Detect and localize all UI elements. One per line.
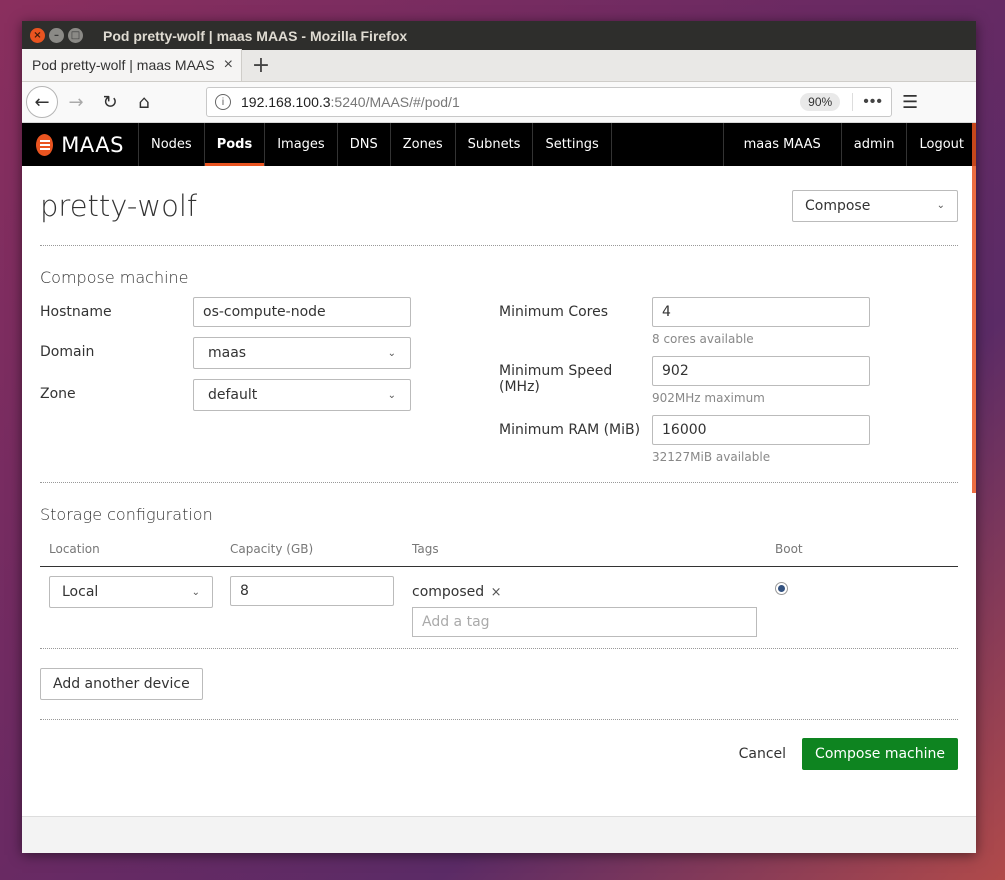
cores-label: Minimum Cores <box>499 304 609 320</box>
hamburger-menu-icon[interactable]: ☰ <box>902 92 918 113</box>
chevron-down-icon: ⌄ <box>387 347 396 359</box>
compose-section-title: Compose machine <box>40 268 189 287</box>
storage-table: Location Capacity (GB) Tags Boot Local ⌄… <box>40 542 958 649</box>
page-viewport: MAAS Nodes Pods Images DNS Zones Subnets… <box>22 123 976 853</box>
page-header: pretty-wolf Compose ⌄ <box>40 166 958 246</box>
tab-strip: Pod pretty-wolf | maas MAAS × + <box>22 49 976 82</box>
nav-item-nodes[interactable]: Nodes <box>139 123 205 166</box>
add-device-button[interactable]: Add another device <box>40 668 203 700</box>
url-path: :5240/MAAS/#/pod/1 <box>330 94 460 110</box>
maas-logo-icon <box>36 133 54 156</box>
radio-selected-dot <box>778 585 785 592</box>
storage-section-title: Storage configuration <box>40 505 213 524</box>
ram-label: Minimum RAM (MiB) <box>499 422 641 438</box>
chevron-down-icon: ⌄ <box>936 200 945 211</box>
tag-input[interactable]: Add a tag <box>412 607 757 637</box>
nav-item-images[interactable]: Images <box>265 123 338 166</box>
domain-label: Domain <box>40 344 95 360</box>
cores-help: 8 cores available <box>652 332 754 346</box>
page-footer <box>22 816 976 853</box>
window-title: Pod pretty-wolf | maas MAAS - Mozilla Fi… <box>103 27 408 44</box>
forward-icon[interactable]: → <box>60 86 92 118</box>
hostname-input[interactable]: os-compute-node <box>193 297 411 327</box>
compose-left-column: Hostname os-compute-node Domain maas ⌄ Z… <box>40 297 499 482</box>
location-select[interactable]: Local ⌄ <box>49 576 213 608</box>
domain-select[interactable]: maas ⌄ <box>193 337 411 369</box>
chevron-down-icon: ⌄ <box>387 389 396 401</box>
capacity-input[interactable]: 8 <box>230 576 394 606</box>
window-close-icon[interactable]: × <box>30 28 45 43</box>
site-info-icon[interactable]: i <box>215 94 231 110</box>
back-icon[interactable]: ← <box>26 86 58 118</box>
col-capacity: Capacity (GB) <box>230 542 314 556</box>
user-label: maas MAAS <box>743 137 821 152</box>
tag-label: composed <box>412 584 485 600</box>
reload-icon[interactable]: ↻ <box>94 86 126 118</box>
storage-table-header: Location Capacity (GB) Tags Boot <box>40 542 958 567</box>
ram-input[interactable]: 16000 <box>652 415 870 445</box>
nav-item-pods[interactable]: Pods <box>204 123 266 166</box>
browser-window: × – □ Pod pretty-wolf | maas MAAS - Mozi… <box>22 21 976 853</box>
compose-form: Hostname os-compute-node Domain maas ⌄ Z… <box>40 297 958 483</box>
logout-link[interactable]: Logout <box>906 123 976 166</box>
pod-action-select[interactable]: Compose ⌄ <box>792 189 958 222</box>
cores-input[interactable]: 4 <box>652 297 870 327</box>
url-host: 192.168.100.3 <box>241 94 331 110</box>
browser-tab[interactable]: Pod pretty-wolf | maas MAAS × <box>22 49 242 81</box>
window-minimize-icon[interactable]: – <box>49 28 64 43</box>
col-location: Location <box>49 542 100 556</box>
table-row: Local ⌄ 8 composed × Add a tag <box>40 567 958 649</box>
maas-navbar: MAAS Nodes Pods Images DNS Zones Subnets… <box>22 123 976 166</box>
hostname-label: Hostname <box>40 304 112 320</box>
speed-label: Minimum Speed (MHz) <box>499 363 613 395</box>
window-maximize-icon[interactable]: □ <box>68 28 83 43</box>
zone-value: default <box>208 387 258 403</box>
zone-select[interactable]: default ⌄ <box>193 379 411 411</box>
nav-item-subnets[interactable]: Subnets <box>456 123 534 166</box>
browser-toolbar: ← → ↻ ⌂ i 192.168.100.3 :5240/MAAS/#/pod… <box>22 82 976 123</box>
window-titlebar: × – □ Pod pretty-wolf | maas MAAS - Mozi… <box>22 21 976 50</box>
nav-item-admin[interactable]: admin <box>840 123 907 166</box>
cancel-button[interactable]: Cancel <box>739 746 786 762</box>
tag-remove-icon[interactable]: × <box>491 585 502 600</box>
add-device-row: Add another device <box>40 649 958 720</box>
speed-input[interactable]: 902 <box>652 356 870 386</box>
scrollbar[interactable] <box>972 123 976 493</box>
pod-action-value: Compose <box>805 197 871 214</box>
nav-item-settings[interactable]: Settings <box>533 123 612 166</box>
domain-value: maas <box>208 345 247 361</box>
tab-close-icon[interactable]: × <box>224 56 233 74</box>
chevron-down-icon: ⌄ <box>191 586 200 598</box>
col-boot: Boot <box>775 542 803 556</box>
form-actions: Cancel Compose machine <box>40 720 958 770</box>
new-tab-button[interactable]: + <box>242 49 280 81</box>
page-actions-icon[interactable]: ••• <box>852 93 883 111</box>
compose-right-column: Minimum Cores 4 8 cores available Minimu… <box>499 297 958 482</box>
nav-item-zones[interactable]: Zones <box>391 123 456 166</box>
maas-brand[interactable]: MAAS <box>22 123 139 166</box>
speed-help: 902MHz maximum <box>652 391 765 405</box>
tag-chip: composed × <box>412 584 775 600</box>
zoom-badge[interactable]: 90% <box>800 93 841 111</box>
col-tags: Tags <box>412 542 439 556</box>
nav-item-dns[interactable]: DNS <box>338 123 391 166</box>
zone-label: Zone <box>40 386 76 402</box>
tab-title: Pod pretty-wolf | maas MAAS <box>32 57 215 73</box>
home-icon[interactable]: ⌂ <box>128 86 160 118</box>
url-bar[interactable]: i 192.168.100.3 :5240/MAAS/#/pod/1 90% •… <box>206 87 892 117</box>
brand-name: MAAS <box>61 132 124 157</box>
compose-machine-button[interactable]: Compose machine <box>802 738 958 770</box>
location-value: Local <box>62 584 99 600</box>
ram-help: 32127MiB available <box>652 450 771 464</box>
page-title: pretty-wolf <box>40 188 198 223</box>
main-content: pretty-wolf Compose ⌄ Compose machine Ho… <box>22 166 976 770</box>
boot-radio[interactable] <box>775 582 788 595</box>
